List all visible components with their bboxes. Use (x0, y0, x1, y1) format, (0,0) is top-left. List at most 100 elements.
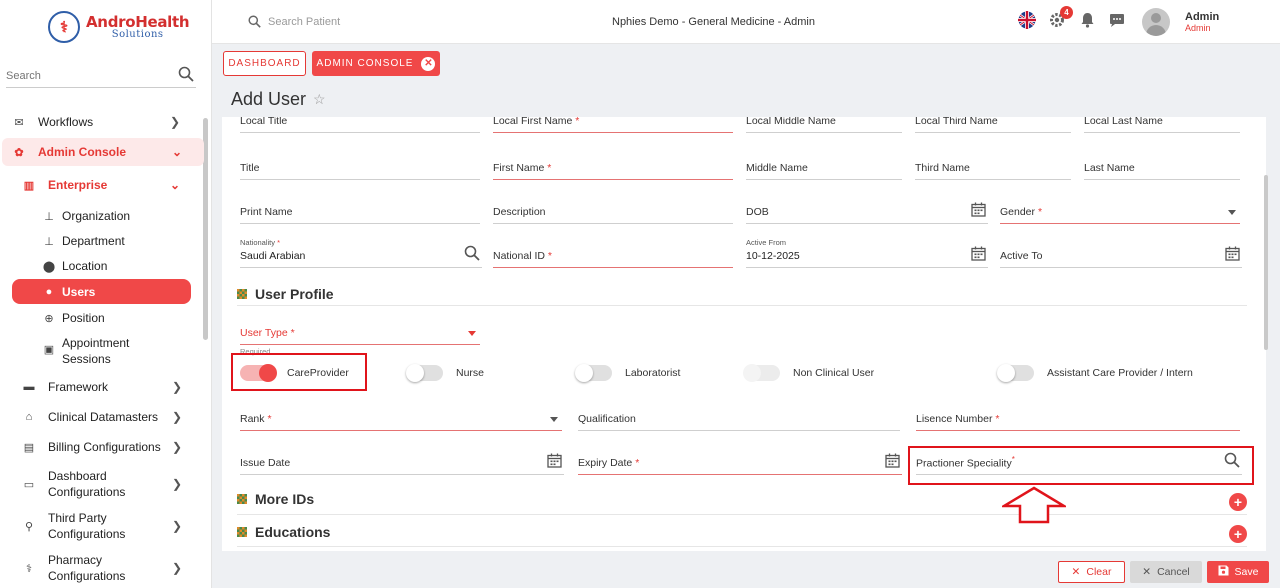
sidebar-item-organization[interactable]: ⊥ Organization (42, 208, 130, 224)
local-last-name-field[interactable]: Local Last Name (1084, 117, 1240, 133)
patient-search[interactable]: Search Patient (248, 15, 340, 28)
field-label: Last Name (1084, 162, 1135, 174)
toggle-knob (743, 364, 761, 382)
sidebar-item-framework[interactable]: ▬ Framework ❯ (22, 379, 202, 395)
local-third-name-field[interactable]: Local Third Name (915, 117, 1071, 133)
sidebar-item-pharmacy-configurations[interactable]: ⚕ Pharmacy Configurations ❯ (22, 551, 202, 585)
active-from-field[interactable]: Active From 10-12-2025 (746, 238, 988, 268)
rank-select[interactable]: Rank * (240, 407, 562, 431)
local-first-name-field[interactable]: Local First Name * (493, 117, 733, 133)
qualification-field[interactable]: Qualification (578, 407, 900, 431)
settings-gear-icon[interactable]: 4 (1047, 6, 1073, 30)
tab-admin-console[interactable]: ADMIN CONSOLE ✕ (312, 51, 440, 76)
field-label-text: Lisence Number (916, 413, 993, 425)
non-clinical-user-label: Non Clinical User (793, 367, 875, 379)
description-field[interactable]: Description (493, 200, 733, 224)
search-icon[interactable] (178, 66, 194, 87)
title-field[interactable]: Title (240, 156, 480, 180)
sidebar-item-dashboard-configurations[interactable]: ▭ Dashboard Configurations ❯ (22, 467, 202, 501)
middle-name-field[interactable]: Middle Name (746, 156, 902, 180)
field-label: Rank * (240, 413, 272, 425)
sidebar-item-admin-console[interactable]: ✿ Admin Console ⌄ (2, 138, 204, 166)
sidebar-item-department[interactable]: ⊥ Department (42, 233, 125, 249)
active-to-field[interactable]: Active To (1000, 244, 1242, 268)
content-scrollbar[interactable] (1264, 175, 1268, 350)
search-icon[interactable] (464, 245, 480, 264)
field-label: Qualification (578, 413, 636, 425)
calendar-icon[interactable] (971, 246, 986, 264)
sidebar-item-billing-configurations[interactable]: ▤ Billing Configurations ❯ (22, 439, 202, 455)
save-button[interactable]: Save (1207, 561, 1269, 583)
brand-tagline: Solutions (111, 28, 164, 40)
local-title-field[interactable]: Local Title (240, 117, 480, 133)
calendar-icon[interactable] (885, 453, 900, 471)
sidebar-item-workflows[interactable]: ✉ Workflows ❯ (12, 114, 202, 130)
user-type-select[interactable]: User Type * (240, 321, 480, 345)
calendar-icon[interactable] (547, 453, 562, 471)
top-header: Search Patient Nphies Demo - General Med… (212, 0, 1280, 44)
sidebar-item-position[interactable]: ⊕ Position (42, 310, 104, 326)
cancel-button[interactable]: ✕ Cancel (1130, 561, 1202, 583)
bell-icon[interactable] (1077, 10, 1097, 30)
last-name-field[interactable]: Last Name (1084, 156, 1240, 180)
sidebar-item-third-party-configurations[interactable]: ⚲ Third Party Configurations ❯ (22, 509, 202, 543)
section-divider (237, 514, 1247, 515)
sidebar-item-appointment-sessions[interactable]: ▣ Appointment Sessions (42, 335, 130, 367)
avatar[interactable] (1142, 8, 1170, 36)
educations-section-title[interactable]: Educations (237, 524, 330, 540)
assistant-care-provider-toggle[interactable] (997, 364, 1034, 382)
sidebar-item-users[interactable]: ● Users (12, 279, 191, 304)
field-label: User Type * (240, 327, 295, 339)
calendar-icon[interactable] (1225, 246, 1240, 264)
add-more-ids-button[interactable]: + (1229, 493, 1247, 511)
laboratorist-toggle[interactable] (575, 364, 612, 382)
third-name-field[interactable]: Third Name (915, 156, 1071, 180)
expiry-date-field[interactable]: Expiry Date * (578, 451, 902, 475)
sidebar-item-location[interactable]: ⬤ Location (42, 258, 108, 274)
more-ids-section-title[interactable]: More IDs (237, 491, 314, 507)
field-label: Middle Name (746, 162, 808, 174)
licence-number-field[interactable]: Lisence Number * (916, 407, 1240, 431)
national-id-field[interactable]: National ID * (493, 244, 733, 268)
sidebar-item-label: Users (62, 284, 96, 299)
search-icon[interactable] (248, 15, 261, 28)
building-icon: ▥ (23, 179, 35, 192)
field-label: Local Title (240, 117, 288, 127)
chevron-down-icon: ⌄ (169, 178, 180, 192)
brand-logo[interactable]: ⚕ AndroHealth Solutions (48, 11, 190, 43)
issue-date-field[interactable]: Issue Date (240, 451, 564, 475)
dob-field[interactable]: DOB (746, 200, 988, 224)
calendar-icon[interactable] (971, 202, 986, 220)
gender-select[interactable]: Gender * (1000, 200, 1240, 224)
field-label: Local First Name * (493, 117, 580, 127)
print-name-field[interactable]: Print Name (240, 200, 480, 224)
field-label: Expiry Date * (578, 457, 640, 469)
first-name-field[interactable]: First Name * (493, 156, 733, 180)
sidebar-item-clinical-datamasters[interactable]: ⌂ Clinical Datamasters ❯ (22, 409, 202, 425)
sidebar-item-label: Billing Configurations (48, 440, 161, 454)
close-icon[interactable]: ✕ (421, 56, 436, 71)
sidebar-item-enterprise[interactable]: ▥ Enterprise ⌄ (22, 177, 202, 193)
patient-search-placeholder[interactable]: Search Patient (268, 16, 340, 28)
uk-flag-icon[interactable] (1017, 10, 1037, 30)
user-name[interactable]: Admin (1185, 11, 1219, 23)
add-education-button[interactable]: + (1229, 525, 1247, 543)
nationality-field[interactable]: Nationality * Saudi Arabian (240, 238, 482, 268)
tab-dashboard[interactable]: DASHBOARD (223, 51, 306, 76)
pharmacy-icon: ⚕ (26, 562, 32, 575)
chevron-right-icon: ❯ (171, 410, 182, 424)
non-clinical-user-toggle[interactable] (743, 364, 780, 382)
sidebar-search-input[interactable] (6, 70, 166, 82)
field-label-text: Gender (1000, 206, 1036, 218)
field-label: National ID * (493, 250, 552, 262)
sidebar-item-label: Appointment (62, 336, 130, 350)
sidebar-item-label: Enterprise (48, 178, 108, 192)
nurse-toggle[interactable] (406, 364, 443, 382)
clear-button[interactable]: ✕ Clear (1058, 561, 1125, 583)
favorite-star-icon[interactable]: ☆ (313, 91, 326, 108)
field-label: Lisence Number * (916, 413, 1000, 425)
sidebar-item-label: Configurations (48, 569, 126, 583)
chat-icon[interactable] (1107, 10, 1127, 30)
local-middle-name-field[interactable]: Local Middle Name (746, 117, 902, 133)
calendar-icon: ▣ (43, 344, 55, 356)
